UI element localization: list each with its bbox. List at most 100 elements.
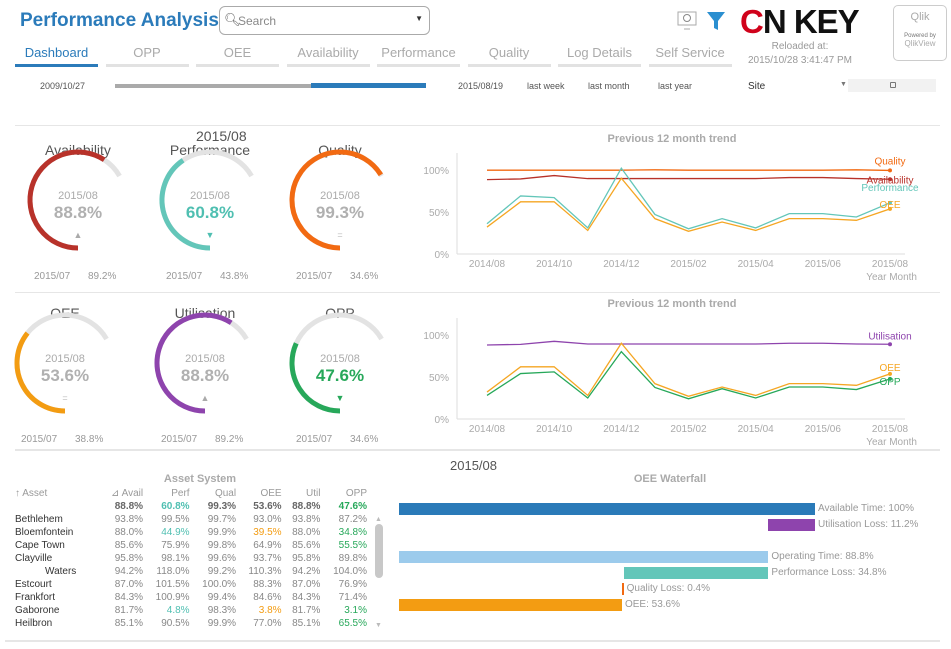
cell-avail: 87.0%	[114, 579, 144, 590]
x-axis-label: Year Month	[866, 272, 917, 283]
cell-oee: 110.3%	[248, 566, 282, 577]
trend-chart-2: 0% 50% 100% 2014/08 2014/10 2014/12 2015/02 201…	[423, 318, 917, 448]
column-header-perf[interactable]: Perf	[143, 487, 189, 500]
cell-oee: 77.0%	[253, 618, 282, 629]
x-tick-label: 2015/08	[872, 424, 909, 435]
cell-avail: 88.8%	[114, 501, 144, 512]
dropdown-arrow-icon[interactable]: ▼	[415, 14, 423, 23]
table-scrollbar[interactable]	[375, 524, 383, 578]
x-tick-label: 2015/06	[805, 259, 842, 270]
qlikview-badge: Qlik Powered by QlikView	[893, 5, 947, 61]
chart-title: Previous 12 month trend	[607, 133, 737, 145]
scroll-up-icon[interactable]: ▲	[375, 516, 382, 523]
cell-qual: 99.2%	[207, 566, 237, 577]
cell-avail: 93.8%	[114, 514, 144, 525]
end-date: 2015/08/19	[458, 81, 504, 91]
cell-avail: 81.7%	[114, 605, 144, 616]
cell-util: 84.3%	[292, 592, 321, 603]
table-row[interactable]: Waters 94.2% 118.0% 99.2% 110.3% 94.2% 104.0%	[15, 565, 367, 578]
tab-availability[interactable]: Availability	[286, 45, 370, 67]
prev-period: 2015/07	[296, 434, 333, 445]
cell-opp: 71.4%	[338, 592, 367, 603]
cell-util: 87.0%	[292, 579, 321, 590]
x-tick-label: 2014/08	[469, 424, 506, 435]
table-row[interactable]: Bloemfontein 88.0% 44.9% 99.9% 39.5% 88.0% 34.…	[15, 526, 367, 539]
prev-value: 38.8%	[75, 434, 104, 445]
table-row[interactable]: Clayville 95.8% 98.1% 99.6% 93.7% 95.8% 89.8%	[15, 552, 367, 565]
cell-avail: 94.2%	[114, 566, 144, 577]
table-row[interactable]: Frankfort 84.3% 100.9% 99.4% 84.6% 84.3% 71.4%	[15, 591, 367, 604]
x-tick-label: 2015/08	[872, 259, 909, 270]
tab-opp[interactable]: OPP	[105, 45, 189, 67]
column-header-util[interactable]: Util	[282, 487, 320, 500]
cell-util: 81.7%	[292, 605, 321, 616]
scroll-down-icon[interactable]: ▼	[375, 622, 382, 629]
search-input[interactable]: 🔍︎ Search ▼	[219, 6, 430, 35]
slider-selected-range[interactable]	[310, 83, 426, 88]
last-month-button[interactable]: last month	[588, 81, 630, 91]
cell-perf: 101.5%	[155, 579, 190, 590]
asset-name: Estcourt	[15, 579, 52, 590]
data-point	[888, 168, 892, 173]
waterfall-label: Quality Loss: 0.4%	[626, 583, 710, 594]
last-year-button[interactable]: last year	[658, 81, 692, 91]
tab-quality[interactable]: Quality	[467, 45, 551, 67]
sort-numeric-icon[interactable]: ⊿	[111, 488, 122, 499]
cell-perf: 100.9%	[155, 592, 190, 603]
trend-indicator-icon: =	[337, 230, 343, 240]
gauge-period: 2015/08	[320, 190, 360, 202]
data-point	[888, 342, 892, 347]
series-line-oee	[486, 342, 891, 397]
tab-self-service[interactable]: Self Service	[648, 45, 732, 67]
column-header-avail[interactable]: ⊿ Avail	[99, 487, 143, 500]
table-row[interactable]: Estcourt 87.0% 101.5% 100.0% 88.3% 87.0% 76.9%	[15, 578, 367, 591]
column-header-asset[interactable]: ↑ Asset	[15, 487, 99, 500]
filter-icon[interactable]	[706, 10, 726, 32]
tab-dashboard[interactable]: Dashboard	[15, 45, 98, 67]
waterfall-title: OEE Waterfall	[633, 473, 707, 485]
search-placeholder: Search	[238, 14, 277, 28]
table-row[interactable]: Cape Town 85.6% 75.9% 99.8% 64.9% 85.6% 55.5%	[15, 539, 367, 552]
asset-table: ↑ Asset ⊿ Avail Perf Qual OEE Util OPP 88.8% 60.…	[15, 487, 367, 630]
tab-oee[interactable]: OEE	[196, 45, 279, 67]
x-tick-label: 2014/10	[536, 259, 573, 270]
column-header-oee[interactable]: OEE	[236, 487, 282, 500]
x-tick-label: 2015/02	[670, 259, 707, 270]
table-row[interactable]: Gaborone 81.7% 4.8% 98.3% 3.8% 81.7% 3.1%	[15, 604, 367, 617]
totals-row: 88.8% 60.8% 99.3% 53.6% 88.8% 47.6%	[15, 500, 367, 513]
cell-util: 95.8%	[292, 553, 321, 564]
cell-opp: 104.0%	[333, 566, 367, 577]
monitor-search-icon[interactable]	[676, 10, 698, 32]
cell-qual: 99.7%	[207, 514, 237, 525]
app-title: Performance Analysis	[20, 10, 219, 31]
prev-value: 89.2%	[215, 434, 244, 445]
column-header-label: OEE	[260, 488, 282, 499]
cell-avail: 88.0%	[114, 527, 144, 538]
prev-period: 2015/07	[161, 434, 198, 445]
waterfall-period: 2015/08	[450, 458, 497, 473]
tab-log-details[interactable]: Log Details	[558, 45, 641, 67]
column-header-opp[interactable]: OPP	[320, 487, 367, 500]
table-row[interactable]: Heilbron 85.1% 90.5% 99.9% 77.0% 85.1% 65.5%	[15, 617, 367, 630]
prev-period: 2015/07	[166, 271, 203, 282]
x-tick-label: 2015/04	[738, 259, 775, 270]
last-week-button[interactable]: last week	[527, 81, 565, 91]
cell-qual: 100.0%	[202, 579, 237, 590]
gauge-value: 47.6%	[315, 366, 365, 385]
column-header-label: Qual	[214, 488, 237, 499]
site-dropdown-arrow-icon[interactable]: ▼	[840, 81, 847, 88]
tab-performance[interactable]: Performance	[377, 45, 460, 67]
waterfall-label: Performance Loss: 34.8%	[771, 567, 887, 578]
site-select[interactable]	[848, 79, 936, 92]
cell-oee: 39.5%	[253, 527, 282, 538]
waterfall-label: Available Time: 100%	[818, 503, 914, 514]
date-range-slider[interactable]	[115, 83, 426, 88]
trend-indicator-icon: ▲	[200, 393, 210, 403]
trend-indicator-icon: =	[62, 393, 68, 403]
asset-name: Bethlehem	[15, 514, 63, 525]
cell-util: 93.8%	[292, 514, 321, 525]
table-row[interactable]: Bethlehem 93.8% 99.5% 99.7% 93.0% 93.8% 87.2%	[15, 513, 367, 526]
divider	[5, 640, 390, 642]
column-header-qual[interactable]: Qual	[190, 487, 237, 500]
y-tick-label: 50%	[429, 208, 449, 219]
